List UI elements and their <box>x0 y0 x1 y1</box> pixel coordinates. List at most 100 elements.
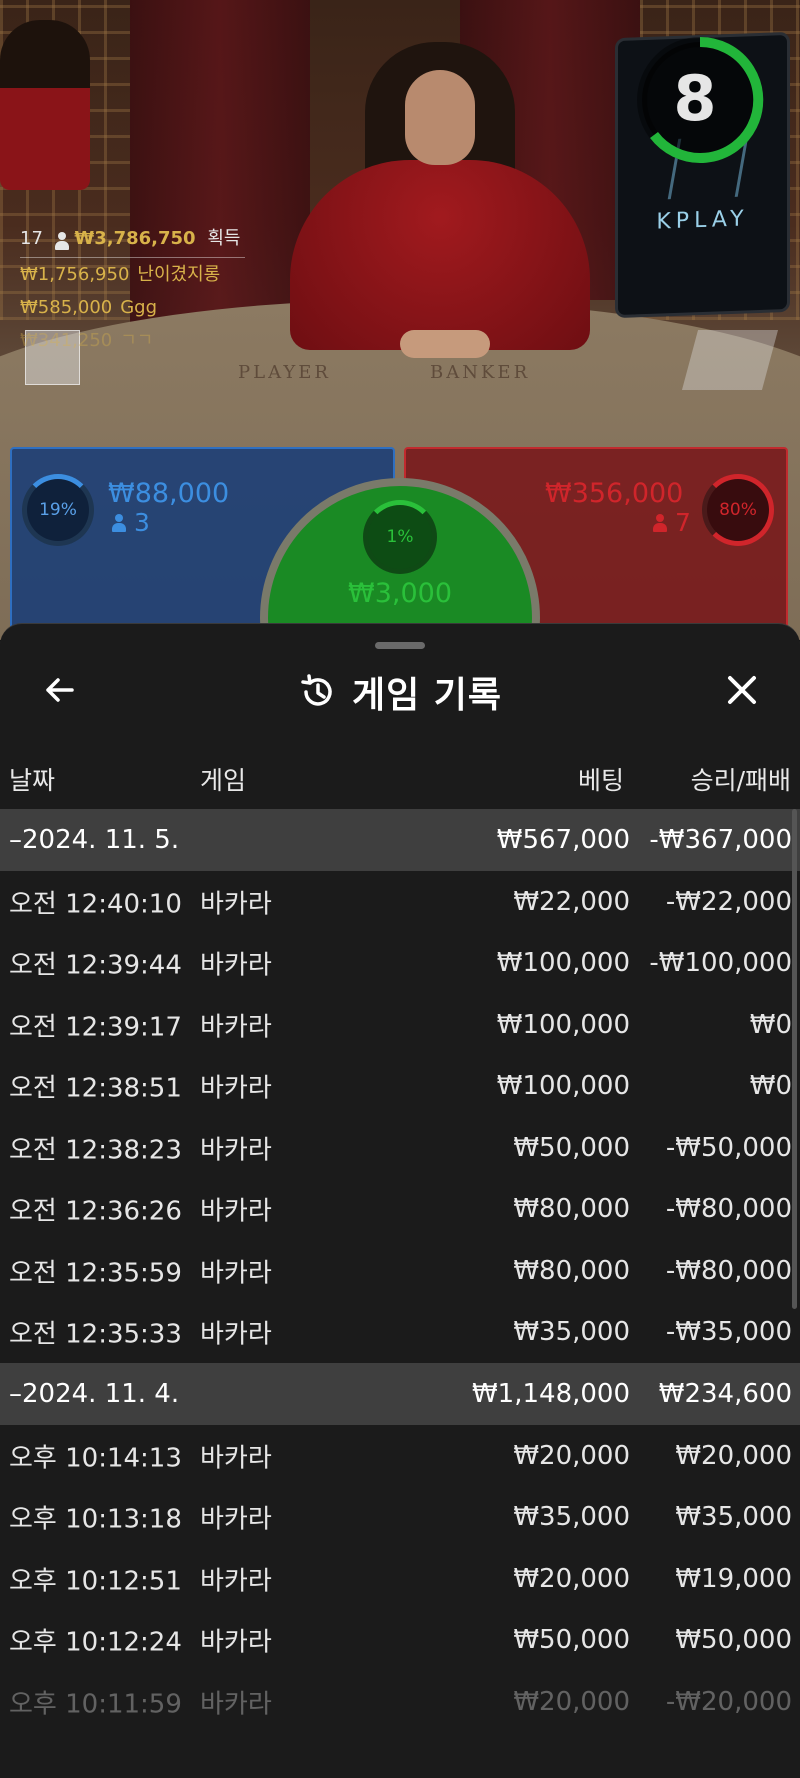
history-row[interactable]: 오전 12:38:23 바카라 ₩50,000 -₩50,000 <box>0 1117 800 1179</box>
row-time: 오후 10:12:24 <box>9 1627 182 1658</box>
history-row[interactable]: 오전 12:36:26 바카라 ₩80,000 -₩80,000 <box>0 1179 800 1241</box>
history-row[interactable]: 오전 12:39:17 바카라 ₩100,000 ₩0 <box>0 994 800 1056</box>
row-game: 바카라 <box>200 1627 272 1658</box>
history-row[interactable]: 오후 10:13:18 바카라 ₩35,000 ₩35,000 <box>0 1487 800 1549</box>
history-row[interactable]: 오후 10:12:24 바카라 ₩50,000 ₩50,000 <box>0 1610 800 1672</box>
card-box <box>681 330 779 390</box>
winner-row: ₩585,000 Ggg <box>20 291 245 324</box>
dealer-body <box>290 160 590 350</box>
sheet-drag-handle[interactable] <box>375 642 425 649</box>
row-time: 오전 12:35:59 <box>9 1258 182 1289</box>
row-bet: ₩50,000 <box>513 1625 630 1656</box>
row-bet: ₩35,000 <box>513 1317 630 1348</box>
history-row[interactable]: 오전 12:38:51 바카라 ₩100,000 ₩0 <box>0 1056 800 1118</box>
history-row[interactable]: 오전 12:39:44 바카라 ₩100,000 -₩100,000 <box>0 933 800 995</box>
row-game: 바카라 <box>200 1258 272 1289</box>
row-game: 바카라 <box>200 1135 272 1166</box>
player-bet-amount: ₩88,000 <box>108 478 230 509</box>
table-label-banker: BANKER <box>430 362 531 383</box>
banker-percent: 80% <box>702 474 774 546</box>
row-time: 오후 10:13:18 <box>9 1504 182 1535</box>
row-game: 바카라 <box>200 1319 272 1350</box>
row-bet: ₩20,000 <box>513 1440 630 1471</box>
winners-summary: 17 ₩3,786,750 획득 <box>20 222 245 258</box>
history-row[interactable]: 오전 12:35:33 바카라 ₩35,000 -₩35,000 <box>0 1302 800 1364</box>
row-game: 바카라 <box>200 1689 272 1720</box>
row-result: ₩35,000 <box>675 1502 792 1533</box>
history-table: –2024. 11. 5. ₩567,000 -₩367,000 오전 12:40:1… <box>0 809 800 1733</box>
column-header-game: 게임 <box>200 766 247 795</box>
dealer-face <box>405 70 475 165</box>
player-count-value: 3 <box>134 508 150 537</box>
person-icon <box>54 232 69 250</box>
row-result: ₩19,000 <box>675 1563 792 1594</box>
history-row[interactable]: 오후 10:11:59 바카라 ₩20,000 -₩20,000 <box>0 1671 800 1733</box>
row-time: 오전 12:38:51 <box>9 1073 182 1104</box>
page-title: 게임 기록 <box>351 675 502 716</box>
history-row[interactable]: 오전 12:35:59 바카라 ₩80,000 -₩80,000 <box>0 1240 800 1302</box>
column-header-bet: 베팅 <box>577 766 624 795</box>
row-time: 오후 10:12:51 <box>9 1566 182 1597</box>
row-bet: ₩100,000 <box>496 1009 630 1040</box>
row-game: 바카라 <box>200 1566 272 1597</box>
scrollbar[interactable] <box>792 809 797 1309</box>
dealer-hands <box>400 330 490 358</box>
row-bet: ₩80,000 <box>513 1255 630 1286</box>
row-time: 오후 10:14:13 <box>9 1443 182 1474</box>
winners-label: 획득 <box>207 228 241 249</box>
row-game: 바카라 <box>200 889 272 920</box>
column-header-win-loss: 승리/패배 <box>690 766 791 795</box>
row-result: ₩0 <box>749 1071 792 1102</box>
row-result: -₩20,000 <box>665 1686 792 1717</box>
history-row[interactable]: 오후 10:12:51 바카라 ₩20,000 ₩19,000 <box>0 1548 800 1610</box>
row-time: 오전 12:40:10 <box>9 889 182 920</box>
player-bettor-count: 3 <box>112 508 150 537</box>
group-date: –2024. 11. 5. <box>9 825 180 855</box>
row-game: 바카라 <box>200 950 272 981</box>
row-result: -₩22,000 <box>665 886 792 917</box>
row-time: 오전 12:39:44 <box>9 950 182 981</box>
winner-amount: ₩1,756,950 <box>20 264 130 285</box>
row-game: 바카라 <box>200 1196 272 1227</box>
row-result: ₩0 <box>749 1009 792 1040</box>
history-icon <box>301 674 332 706</box>
row-result: ₩20,000 <box>675 1440 792 1471</box>
column-header-date: 날짜 <box>9 766 56 795</box>
table-header: 날짜 게임 베팅 승리/패배 <box>0 761 800 801</box>
row-result: -₩50,000 <box>665 1132 792 1163</box>
winner-name: Ggg <box>120 297 158 318</box>
row-game: 바카라 <box>200 1443 272 1474</box>
row-bet: ₩35,000 <box>513 1502 630 1533</box>
winner-amount: ₩341,250 <box>20 330 113 351</box>
player-percent: 19% <box>22 474 94 546</box>
person-icon <box>653 514 667 532</box>
row-result: -₩80,000 <box>665 1194 792 1225</box>
history-row[interactable]: 오후 10:14:13 바카라 ₩20,000 ₩20,000 <box>0 1425 800 1487</box>
countdown-timer: 8 <box>673 62 717 135</box>
group-result-total: ₩234,600 <box>658 1379 792 1409</box>
row-bet: ₩22,000 <box>513 886 630 917</box>
date-group-row[interactable]: –2024. 11. 4. ₩1,148,000 ₩234,600 <box>0 1363 800 1425</box>
banker-bet-amount: ₩356,000 <box>545 478 684 509</box>
background-person <box>0 20 90 190</box>
winner-row: ₩341,250 ㄱㄱ <box>20 324 245 357</box>
winners-rank: 17 <box>20 228 43 249</box>
date-group-row[interactable]: –2024. 11. 5. ₩567,000 -₩367,000 <box>0 809 800 871</box>
banker-count-value: 7 <box>675 508 691 537</box>
table-label-player: PLAYER <box>238 362 331 383</box>
monitor-brand: KPLAY <box>656 206 749 235</box>
row-bet: ₩50,000 <box>513 1132 630 1163</box>
close-button[interactable] <box>720 668 764 712</box>
tie-percent: 1% <box>363 500 437 574</box>
row-time: 오전 12:38:23 <box>9 1135 182 1166</box>
row-time: 오후 10:11:59 <box>9 1689 182 1720</box>
row-bet: ₩100,000 <box>496 948 630 979</box>
history-row[interactable]: 오전 12:40:10 바카라 ₩22,000 -₩22,000 <box>0 871 800 933</box>
row-game: 바카라 <box>200 1012 272 1043</box>
row-game: 바카라 <box>200 1073 272 1104</box>
group-bet-total: ₩1,148,000 <box>471 1379 630 1409</box>
person-icon <box>112 514 126 532</box>
tie-bet-amount: ₩3,000 <box>348 578 452 609</box>
winners-total-amount: ₩3,786,750 <box>74 228 196 249</box>
winner-amount: ₩585,000 <box>20 297 113 318</box>
